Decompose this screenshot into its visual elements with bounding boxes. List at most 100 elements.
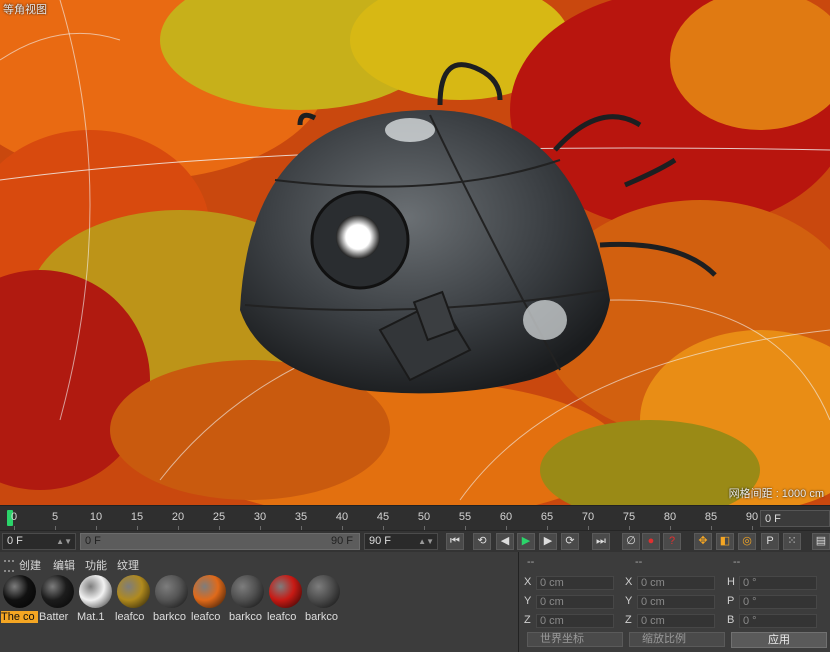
grid-distance-label: 网格间距 : 1000 cm bbox=[728, 488, 824, 500]
material-preview bbox=[79, 575, 112, 608]
current-frame-value: 0 F bbox=[7, 535, 23, 547]
scale-key-button[interactable]: ◧ bbox=[716, 533, 734, 550]
timeline-tick-label: 90 bbox=[745, 511, 759, 523]
autokey-button[interactable]: ? bbox=[663, 533, 681, 550]
material-label: Mat.1 bbox=[77, 611, 105, 623]
timeline-tick-label: 80 bbox=[663, 511, 677, 523]
size-y-label: Y bbox=[625, 595, 633, 607]
timeline-tick-label: 40 bbox=[335, 511, 349, 523]
pos-x-field[interactable]: 0 cm bbox=[536, 576, 614, 590]
end-frame-field[interactable]: 90 F ▲▼ bbox=[364, 533, 438, 550]
size-z-field[interactable]: 0 cm bbox=[637, 614, 715, 628]
menu-function[interactable]: 功能 bbox=[85, 557, 107, 573]
size-z-label: Z bbox=[625, 614, 632, 626]
panel-grip-icon[interactable] bbox=[4, 560, 14, 572]
coordinate-system-select[interactable]: 世界坐标 bbox=[527, 632, 623, 647]
frame-range-slider[interactable]: 0 F 90 F bbox=[80, 533, 360, 550]
pos-z-field[interactable]: 0 cm bbox=[536, 614, 614, 628]
material-preview bbox=[155, 575, 188, 608]
material-swatch[interactable]: barkco bbox=[305, 575, 342, 625]
timeline-tick-label: 65 bbox=[540, 511, 554, 523]
material-preview bbox=[117, 575, 150, 608]
timeline-tick-label: 45 bbox=[376, 511, 390, 523]
timeline-tick-label: 5 bbox=[51, 511, 59, 523]
current-frame-field[interactable]: 0 F ▲▼ bbox=[2, 533, 76, 550]
material-swatch[interactable]: leafco bbox=[267, 575, 304, 625]
material-swatch[interactable]: barkco bbox=[229, 575, 266, 625]
material-swatch[interactable]: The co bbox=[1, 575, 38, 625]
stepper-icon: ▲▼ bbox=[418, 537, 434, 546]
menu-edit[interactable]: 编辑 bbox=[53, 557, 75, 573]
rot-h-field[interactable]: 0 ° bbox=[739, 576, 817, 590]
timeline-tick-label: 50 bbox=[417, 511, 431, 523]
stepper-icon: ▲▼ bbox=[56, 537, 72, 546]
timeline-tick-label: 10 bbox=[89, 511, 103, 523]
size-y-field[interactable]: 0 cm bbox=[637, 595, 715, 609]
timeline-tick-label: 55 bbox=[458, 511, 472, 523]
record-off-button[interactable]: ∅ bbox=[622, 533, 640, 550]
material-swatch[interactable]: leafco bbox=[191, 575, 228, 625]
material-swatch[interactable]: leafco bbox=[115, 575, 152, 625]
timeline-tick-label: 25 bbox=[212, 511, 226, 523]
pos-y-label: Y bbox=[524, 595, 532, 607]
menu-create[interactable]: 创建 bbox=[19, 557, 41, 573]
rot-p-label: P bbox=[727, 595, 735, 607]
rot-b-field[interactable]: 0 ° bbox=[739, 614, 817, 628]
go-start-button[interactable]: ⏮ bbox=[446, 533, 464, 550]
end-frame-value: 90 F bbox=[369, 535, 392, 547]
coordinate-manager: -- -- -- X 0 cm X 0 cm H 0 ° Y 0 cm Y 0 … bbox=[519, 552, 830, 652]
range-end-value: 90 F bbox=[330, 535, 353, 547]
coord-header-position: -- bbox=[527, 556, 535, 568]
record-button[interactable]: ● bbox=[642, 533, 660, 550]
scale-mode-select[interactable]: 缩放比例 bbox=[629, 632, 725, 647]
size-x-label: X bbox=[625, 576, 633, 588]
pos-z-label: Z bbox=[524, 614, 531, 626]
material-preview bbox=[307, 575, 340, 608]
scene-render bbox=[0, 0, 830, 505]
move-key-button[interactable]: ✥ bbox=[694, 533, 712, 550]
timeline-tick-label: 75 bbox=[622, 511, 636, 523]
material-label: Batter bbox=[39, 611, 69, 623]
material-label: leafco bbox=[191, 611, 221, 623]
material-preview bbox=[41, 575, 74, 608]
timeline-tick-label: 30 bbox=[253, 511, 267, 523]
rot-p-field[interactable]: 0 ° bbox=[739, 595, 817, 609]
pos-x-label: X bbox=[524, 576, 532, 588]
prev-frame-button[interactable]: ◀ bbox=[496, 533, 514, 550]
material-label: leafco bbox=[115, 611, 145, 623]
material-label: leafco bbox=[267, 611, 297, 623]
apply-button[interactable]: 应用 bbox=[731, 632, 827, 648]
material-swatch[interactable]: barkco bbox=[153, 575, 190, 625]
param-key-button[interactable]: P bbox=[761, 533, 779, 550]
material-preview bbox=[193, 575, 226, 608]
material-preview bbox=[3, 575, 36, 608]
material-label: barkco bbox=[229, 611, 263, 623]
viewport-3d[interactable]: 等角视图 网格间距 : 1000 cm bbox=[0, 0, 830, 505]
material-preview bbox=[269, 575, 302, 608]
play-button[interactable]: ▶ bbox=[517, 533, 535, 550]
range-start-value: 0 F bbox=[85, 535, 101, 547]
material-label: barkco bbox=[153, 611, 187, 623]
material-swatch[interactable]: Batter bbox=[39, 575, 76, 625]
material-swatch[interactable]: Mat.1 bbox=[77, 575, 114, 625]
coord-header-rotation: -- bbox=[733, 556, 741, 568]
timeline-tick-label: 20 bbox=[171, 511, 185, 523]
timeline-ruler[interactable]: 0 5 10 15 20 25 30 35 40 45 50 55 60 65 70 75 80 85 90 0 F bbox=[0, 505, 830, 531]
size-x-field[interactable]: 0 cm bbox=[637, 576, 715, 590]
timeline-tick-label: 0 bbox=[10, 511, 18, 523]
transport-bar: 0 F ▲▼ 0 F 90 F 90 F ▲▼ ⏮ ⟲ ◀ ▶ ▶ ⟳ ⏭ ∅ ●? ✥ ◧ ◎ P ⁙ ▤ bbox=[0, 530, 830, 553]
material-manager: 创建 编辑 功能 纹理 The co Batter Mat.1 leafco barkc… bbox=[0, 552, 519, 652]
timeline-menu-button[interactable]: ▤ bbox=[812, 533, 830, 550]
go-end-button[interactable]: ⏭ bbox=[592, 533, 610, 550]
material-preview bbox=[231, 575, 264, 608]
next-key-button[interactable]: ⟳ bbox=[561, 533, 579, 550]
timeline-tick-label: 15 bbox=[130, 511, 144, 523]
prev-key-button[interactable]: ⟲ bbox=[473, 533, 491, 550]
timeline-tick-label: 70 bbox=[581, 511, 595, 523]
rotate-key-button[interactable]: ◎ bbox=[738, 533, 756, 550]
next-frame-button[interactable]: ▶ bbox=[539, 533, 557, 550]
pos-y-field[interactable]: 0 cm bbox=[536, 595, 614, 609]
timeline-frame-field[interactable]: 0 F bbox=[760, 510, 830, 527]
menu-texture[interactable]: 纹理 bbox=[117, 557, 139, 573]
point-key-button[interactable]: ⁙ bbox=[783, 533, 801, 550]
